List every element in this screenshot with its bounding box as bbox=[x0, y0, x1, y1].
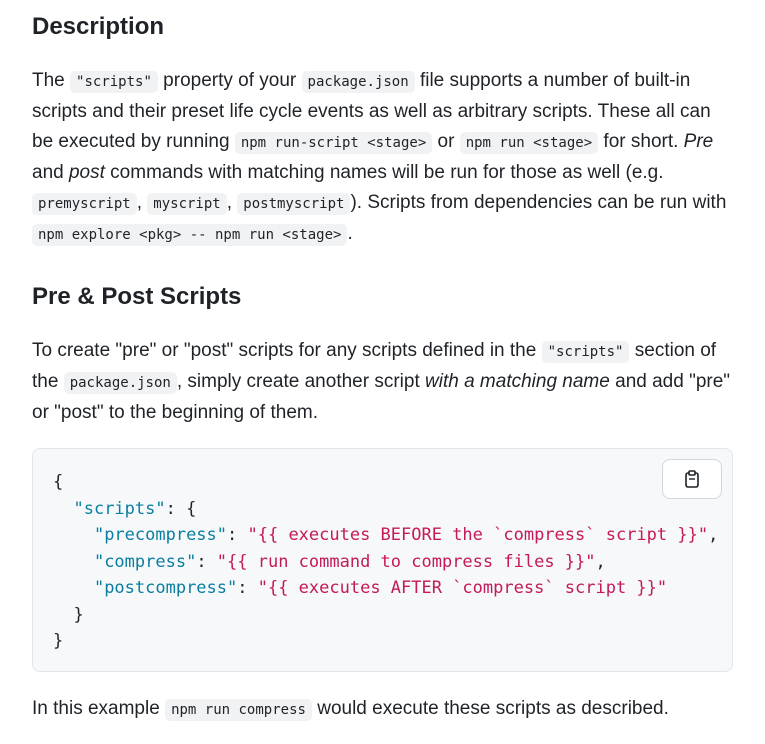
json-string: "{{ run command to compress files }}" bbox=[216, 551, 596, 572]
inline-code: premyscript bbox=[32, 193, 137, 215]
json-key: "scripts" bbox=[73, 498, 166, 519]
json-string: "{{ executes AFTER `compress` script }}" bbox=[257, 578, 668, 598]
pre-post-paragraph: To create "pre" or "post" scripts for an… bbox=[32, 336, 733, 428]
text: In this example bbox=[32, 698, 166, 719]
inline-code: npm run compress bbox=[165, 699, 312, 721]
code-brace: { bbox=[53, 472, 64, 492]
code-punct: , bbox=[708, 525, 719, 545]
description-paragraph: The "scripts" property of your package.j… bbox=[32, 66, 733, 250]
text: , simply create another script bbox=[176, 371, 426, 392]
inline-code: "scripts" bbox=[70, 71, 158, 93]
clipboard-icon bbox=[685, 470, 699, 488]
text: , bbox=[136, 192, 148, 213]
code-punct: , bbox=[595, 551, 606, 572]
code-brace: } bbox=[73, 604, 84, 625]
inline-code: npm explore <pkg> -- npm run <stage> bbox=[32, 224, 348, 246]
code-punct: : { bbox=[165, 498, 197, 519]
code-brace: } bbox=[53, 631, 64, 651]
emphasis: post bbox=[68, 162, 105, 183]
inline-code: npm run-script <stage> bbox=[234, 132, 433, 154]
code-punct: : bbox=[227, 525, 248, 545]
code-content[interactable]: { "scripts": { "precompress": "{{ execut… bbox=[53, 469, 718, 655]
inline-code: "scripts" bbox=[541, 341, 630, 363]
text: To create "pre" or "post" scripts for an… bbox=[32, 340, 542, 361]
code-block: { "scripts": { "precompress": "{{ execut… bbox=[32, 448, 733, 672]
text: or bbox=[432, 131, 460, 152]
json-key: "compress" bbox=[93, 551, 197, 572]
code-punct: : bbox=[196, 551, 217, 572]
inline-code: package.json bbox=[301, 71, 415, 93]
json-string: "{{ executes BEFORE the `compress` scrip… bbox=[247, 525, 709, 545]
emphasis: Pre bbox=[683, 131, 714, 152]
inline-code: myscript bbox=[147, 193, 227, 215]
text: for short. bbox=[598, 131, 684, 152]
inline-code: npm run <stage> bbox=[459, 132, 599, 154]
inline-code: postmyscript bbox=[237, 193, 351, 215]
heading-description: Description bbox=[32, 13, 165, 40]
inline-code: package.json bbox=[63, 372, 177, 394]
heading-pre-post-scripts: Pre & Post Scripts bbox=[32, 283, 242, 310]
content: Description The "scripts" property of yo… bbox=[0, 12, 765, 725]
text: The bbox=[32, 70, 71, 91]
text: would execute these scripts as described… bbox=[311, 698, 669, 719]
text: , bbox=[226, 192, 238, 213]
example-paragraph: In this example npm run compress would e… bbox=[32, 694, 733, 725]
text: . bbox=[347, 223, 353, 244]
json-key: "postcompress" bbox=[93, 578, 238, 598]
json-key: "precompress" bbox=[93, 525, 228, 545]
copy-button[interactable] bbox=[662, 459, 722, 499]
text: commands with matching names will be run… bbox=[104, 162, 664, 183]
text: and bbox=[32, 162, 69, 183]
text: property of your bbox=[157, 70, 302, 91]
emphasis: with a matching name bbox=[425, 371, 610, 392]
text: ). Scripts from dependencies can be run … bbox=[350, 192, 727, 213]
code-punct: : bbox=[237, 578, 258, 598]
